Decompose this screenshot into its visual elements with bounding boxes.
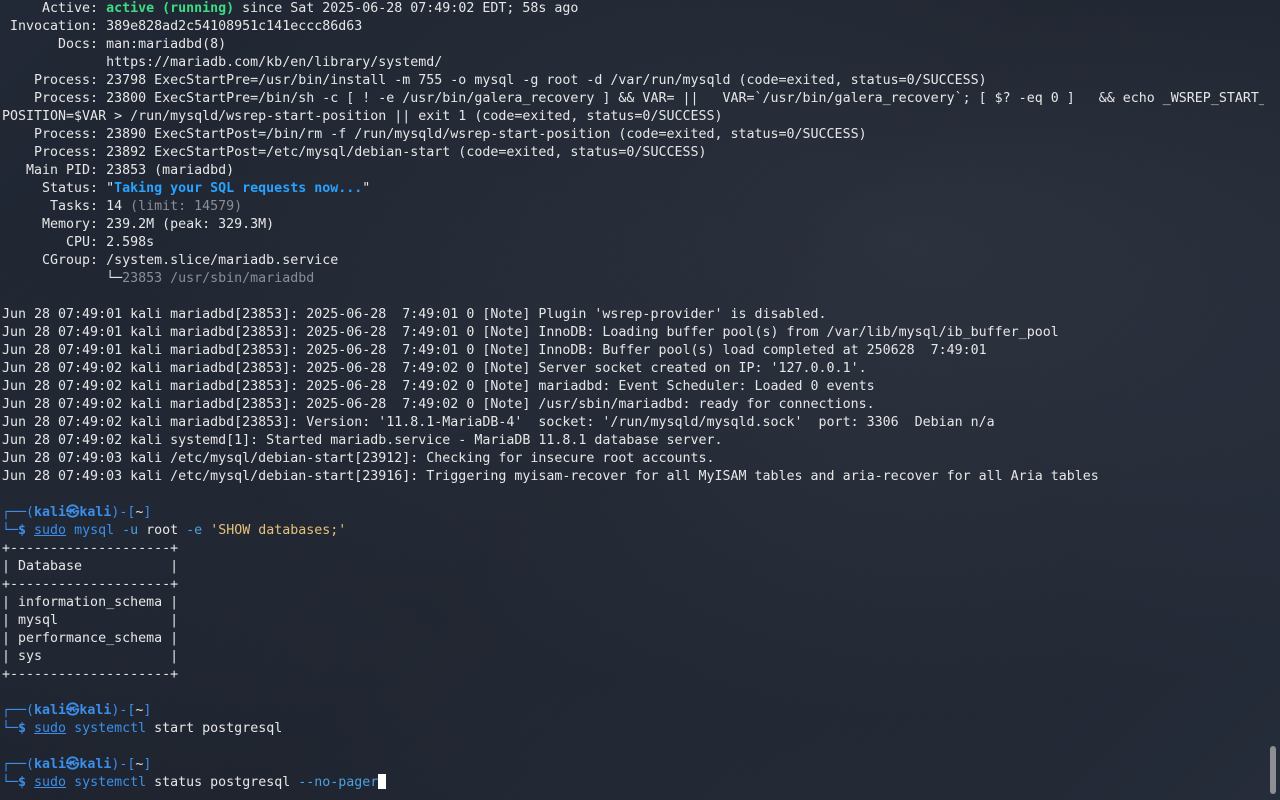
status-cgroup-line: CGroup: /system.slice/mariadb.service (2, 253, 339, 268)
table-border: +--------------------+ (2, 577, 179, 592)
prompt-header: ┌──(kali㉿kali)-[~] (2, 505, 152, 520)
prompt-header: ┌──(kali㉿kali)-[~] (2, 703, 152, 718)
status-docs-url-line[interactable]: https://mariadb.com/kb/en/library/system… (2, 54, 1264, 72)
journal-line: Jun 28 07:49:01 kali mariadbd[23853]: 20… (2, 325, 1059, 340)
prompt-user-host: kali㉿kali (34, 703, 112, 718)
status-docs-line: Docs: man:mariadbd(8) (2, 37, 227, 52)
text-cursor (378, 774, 387, 789)
table-row: | performance_schema | (2, 631, 179, 646)
status-memory-line: Memory: 239.2M (peak: 329.3M) (2, 217, 275, 232)
prompt-user-host: kali㉿kali (34, 757, 112, 772)
status-cgroup-tree-line: └─23853 /usr/sbin/mariadbd (2, 271, 315, 286)
status-process-line: Process: 23892 ExecStartPost=/etc/mysql/… (2, 145, 707, 160)
status-process-line: Process: 23798 ExecStartPre=/usr/bin/ins… (2, 73, 987, 88)
prompt-header: ┌──(kali㉿kali)-[~] (2, 757, 152, 772)
table-row: | information_schema | (2, 595, 179, 610)
journal-line: Jun 28 07:49:03 kali /etc/mysql/debian-s… (2, 469, 1099, 484)
journal-line: Jun 28 07:49:02 kali systemd[1]: Started… (2, 433, 723, 448)
status-message: Taking your SQL requests now... (114, 181, 363, 196)
table-border: +--------------------+ (2, 667, 179, 682)
journal-line: Jun 28 07:49:03 kali /etc/mysql/debian-s… (2, 451, 715, 466)
journal-line: Jun 28 07:49:02 kali mariadbd[23853]: 20… (2, 361, 867, 376)
table-row: | sys | (2, 649, 179, 664)
journal-line: Jun 28 07:49:02 kali mariadbd[23853]: 20… (2, 397, 875, 412)
cgroup-process: 23853 /usr/sbin/mariadbd (122, 271, 315, 286)
status-main-pid-line: Main PID: 23853 (mariadbd) (2, 163, 235, 178)
command-input[interactable]: └─$ sudo systemctl status postgresql --n… (2, 774, 1264, 792)
journal-line: Jun 28 07:49:01 kali mariadbd[23853]: 20… (2, 343, 987, 358)
command-sudo: sudo (34, 523, 67, 538)
tasks-limit: (limit: 14579) (130, 199, 243, 214)
table-header: | Database | (2, 559, 179, 574)
status-process-line: Process: 23800 ExecStartPre=/bin/sh -c [… (2, 91, 1264, 106)
command-line: └─$ sudo systemctl start postgresql (2, 721, 283, 736)
command-sudo: sudo (34, 721, 67, 736)
command-sudo: sudo (34, 775, 67, 790)
status-cpu-line: CPU: 2.598s (2, 235, 155, 250)
status-active-line: Active: active (running) since Sat 2025-… (2, 1, 579, 16)
command-line: └─$ sudo mysql -u root -e 'SHOW database… (2, 523, 347, 538)
journal-line: Jun 28 07:49:02 kali mariadbd[23853]: 20… (2, 379, 875, 394)
prompt-user-host: kali㉿kali (34, 505, 112, 520)
status-tasks-line: Tasks: 14 (limit: 14579) (2, 199, 243, 214)
status-invocation-line: Invocation: 389e828ad2c54108951c141eccc8… (2, 19, 363, 34)
journal-line: Jun 28 07:49:01 kali mariadbd[23853]: 20… (2, 307, 827, 322)
command-query-string: 'SHOW databases;' (202, 523, 347, 538)
status-process-line-wrap: POSITION=$VAR > /run/mysqld/wsrep-start-… (2, 109, 723, 124)
terminal-output[interactable]: Active: active (running) since Sat 2025-… (2, 0, 1264, 792)
table-border: +--------------------+ (2, 541, 179, 556)
status-status-line: Status: "Taking your SQL requests now...… (2, 181, 371, 196)
scrollbar-thumb[interactable] (1270, 746, 1276, 794)
status-process-line: Process: 23890 ExecStartPost=/bin/rm -f … (2, 127, 867, 142)
table-row: | mysql | (2, 613, 179, 628)
active-state: active (running) (106, 1, 235, 16)
journal-line: Jun 28 07:49:02 kali mariadbd[23853]: Ve… (2, 415, 995, 430)
